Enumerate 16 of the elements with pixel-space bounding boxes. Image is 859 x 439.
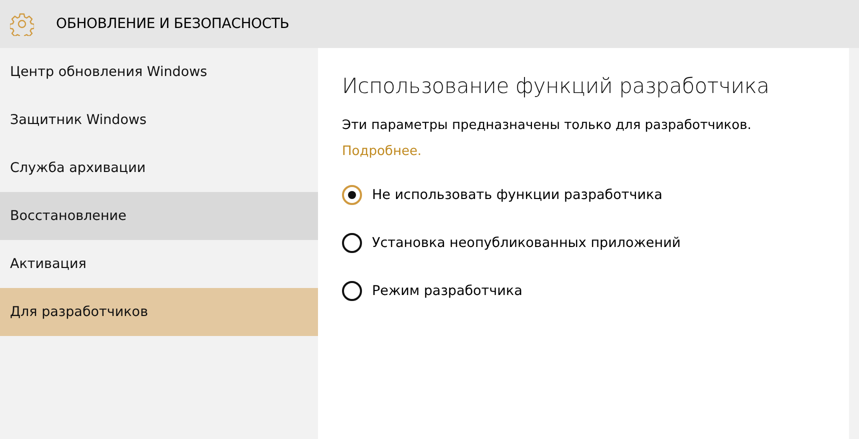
section-title: Использование функций разработчика [342,74,770,98]
sidebar-item[interactable]: Служба архивации [0,144,318,192]
option-label: Установка неопубликованных приложений [372,235,681,251]
sidebar-item[interactable]: Восстановление [0,192,318,240]
sidebar-item[interactable]: Для разработчиков [0,288,318,336]
radio-button[interactable] [342,233,362,253]
sidebar-item[interactable]: Защитник Windows [0,96,318,144]
description-text: Эти параметры предназначены только для разработчиков. [342,118,752,133]
settings-icon [10,12,34,36]
option-label: Не использовать функции разработчика [372,187,662,203]
option-label: Режим разработчика [372,283,522,299]
sidebar-item[interactable]: Центр обновления Windows [0,48,318,96]
sidebar-item[interactable]: Активация [0,240,318,288]
radio-button[interactable] [342,281,362,301]
page-title: ОБНОВЛЕНИЕ И БЕЗОПАСНОСТЬ [56,16,290,32]
radio-button[interactable] [342,185,362,205]
